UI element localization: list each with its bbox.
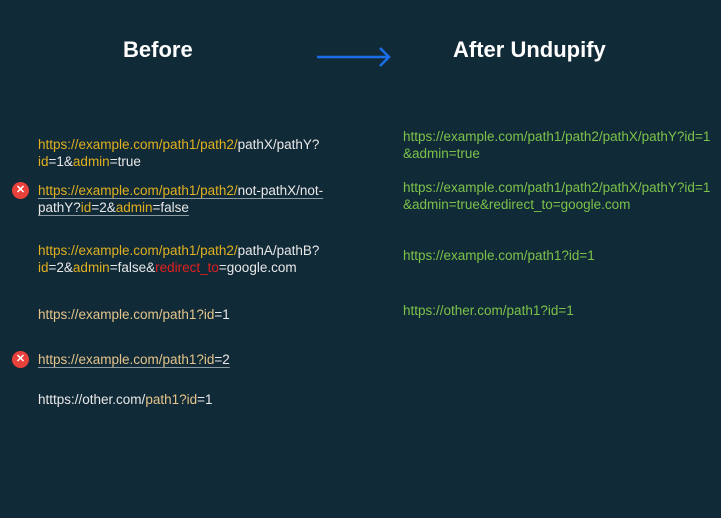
before-url-item: https://example.com/path1/path2/pathA/pa… xyxy=(38,242,358,276)
url-segment: =true xyxy=(109,154,141,169)
close-icon: ✕ xyxy=(12,182,29,199)
before-url-item: https://example.com/path1?id=1 xyxy=(38,306,358,323)
url-segment: =1& xyxy=(48,154,73,169)
url-segment: pathA/pathB? xyxy=(237,243,320,258)
url-segment: pathX/pathY? xyxy=(237,137,320,152)
url-segment: =2& xyxy=(48,260,73,275)
url-segment: https://example.com/path1?id xyxy=(38,352,215,367)
url-segment: https://example.com/path1/path2/ xyxy=(38,243,238,258)
after-url-item: https://example.com/path1?id=1 xyxy=(403,248,595,263)
url-segment: =google.com xyxy=(218,260,297,275)
url-segment: path1?id xyxy=(145,392,198,407)
after-url-item: https://example.com/path1/path2/pathX/pa… xyxy=(403,180,711,212)
url-segment: https://example.com/path1/path2/ xyxy=(38,183,238,198)
url-segment: =2& xyxy=(91,200,116,215)
after-url-item: https://example.com/path1/path2/pathX/pa… xyxy=(403,129,711,161)
before-url-item: htttps://other.com/path1?id=1 xyxy=(38,391,358,408)
before-url-item: https://example.com/path1/path2/pathX/pa… xyxy=(38,136,358,170)
arrow-right-icon xyxy=(317,47,391,67)
before-heading: Before xyxy=(123,37,193,62)
url-segment: https://example.com/path1/path2/ xyxy=(38,137,238,152)
after-heading: After Undupify xyxy=(453,37,606,62)
after-url-item: https://other.com/path1?id=1 xyxy=(403,303,574,318)
url-segment: admin xyxy=(72,260,110,275)
url-segment: =1 xyxy=(197,392,213,407)
url-segment: =false& xyxy=(109,260,156,275)
url-segment: =2 xyxy=(214,352,230,367)
url-segment: admin xyxy=(115,200,153,215)
before-url-item: ✕ https://example.com/path1?id=2 xyxy=(12,351,358,368)
url-segment: =false xyxy=(152,200,189,215)
url-segment: htttps://other.com/ xyxy=(38,392,146,407)
url-segment: admin xyxy=(72,154,110,169)
url-segment: id xyxy=(38,260,49,275)
before-url-item: ✕ https://example.com/path1/path2/not-pat… xyxy=(12,182,358,216)
url-segment: redirect_to xyxy=(155,260,219,275)
close-icon: ✕ xyxy=(12,351,29,368)
url-segment: =1 xyxy=(214,307,230,322)
url-segment: id xyxy=(38,154,49,169)
url-segment: https://example.com/path1?id xyxy=(38,307,215,322)
url-segment: id xyxy=(80,200,92,215)
